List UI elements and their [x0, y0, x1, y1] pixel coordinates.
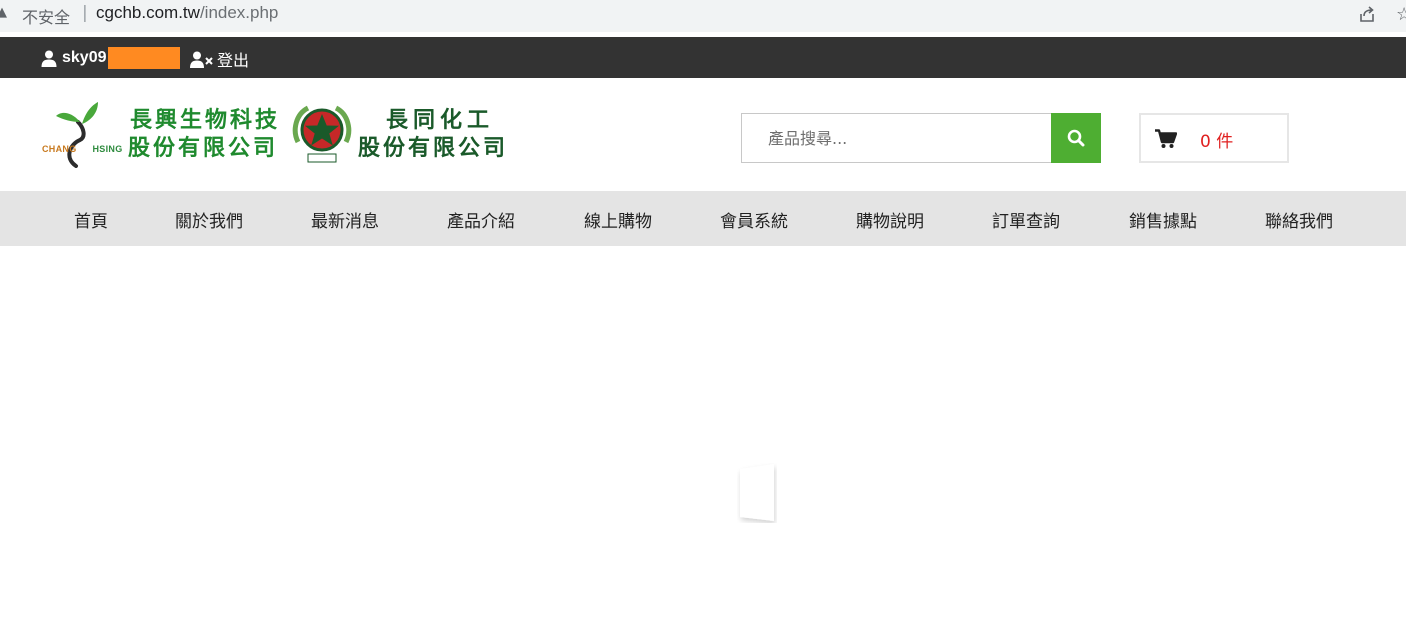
- user-icon: [41, 50, 57, 67]
- logo-company-name-1: 長興生物科技: [130, 107, 281, 133]
- logo-english-text: CHANG HSING: [42, 144, 123, 154]
- shopping-cart-icon: [1155, 129, 1177, 148]
- url-text[interactable]: cgchb.com.tw/index.php: [96, 3, 278, 23]
- bookmark-star-icon[interactable]: ☆: [1396, 4, 1406, 25]
- nav-item-store-locations[interactable]: 銷售據點: [1129, 207, 1197, 232]
- logout-label: 登出: [217, 51, 250, 70]
- main-navigation: 首頁 關於我們 最新消息 產品介紹 線上購物 會員系統 購物說明 訂單查詢 銷售…: [0, 191, 1406, 246]
- nav-item-order-query[interactable]: 訂單查詢: [992, 207, 1060, 232]
- nav-item-about[interactable]: 關於我們: [175, 207, 243, 232]
- address-separator: |: [82, 3, 88, 23]
- browser-address-bar[interactable]: ▲ 不安全 | cgchb.com.tw/index.php ☆: [0, 0, 1406, 32]
- logo-company-suffix-1: 股份有限公司: [128, 135, 279, 161]
- search-button[interactable]: [1051, 113, 1101, 163]
- nav-item-shopping-guide[interactable]: 購物說明: [856, 207, 924, 232]
- logo-company-name-2: 長同化工: [386, 107, 495, 133]
- username: sky09: [62, 49, 107, 66]
- nav-item-products[interactable]: 產品介紹: [447, 207, 515, 232]
- nav-item-contact[interactable]: 聯絡我們: [1265, 207, 1333, 232]
- nav-item-member[interactable]: 會員系統: [720, 207, 788, 232]
- warning-icon[interactable]: ▲: [0, 6, 9, 19]
- star-badge-icon: [292, 105, 352, 163]
- nav-item-online-shop[interactable]: 線上購物: [584, 207, 652, 232]
- user-times-icon: [190, 51, 213, 68]
- site-header: CHANGHSING 長興生物科技 股份有限公司 長同化工 股份有限公司 0 件: [0, 78, 1406, 191]
- security-label[interactable]: 不安全: [22, 4, 70, 28]
- sprout-logo-icon: [56, 102, 98, 168]
- nav-item-home[interactable]: 首頁: [74, 207, 108, 232]
- product-search-input[interactable]: [741, 113, 1052, 163]
- username-redaction: [107, 47, 180, 69]
- cart-count: 0 件: [1200, 132, 1234, 152]
- site-logo[interactable]: CHANG HSING 長興生物科技 股份有限公司 長同化工 股份有限公司: [40, 100, 515, 168]
- logo-company-suffix-2: 股份有限公司: [358, 135, 509, 161]
- member-user[interactable]: sky09: [41, 47, 180, 69]
- share-icon[interactable]: [1357, 5, 1377, 25]
- logout-link[interactable]: 登出: [190, 47, 249, 71]
- nav-item-news[interactable]: 最新消息: [311, 207, 379, 232]
- search-icon: [1067, 129, 1085, 147]
- cart-button[interactable]: 0 件: [1139, 113, 1289, 163]
- loading-placeholder: [740, 464, 774, 521]
- member-bar: sky09 登出: [0, 37, 1406, 78]
